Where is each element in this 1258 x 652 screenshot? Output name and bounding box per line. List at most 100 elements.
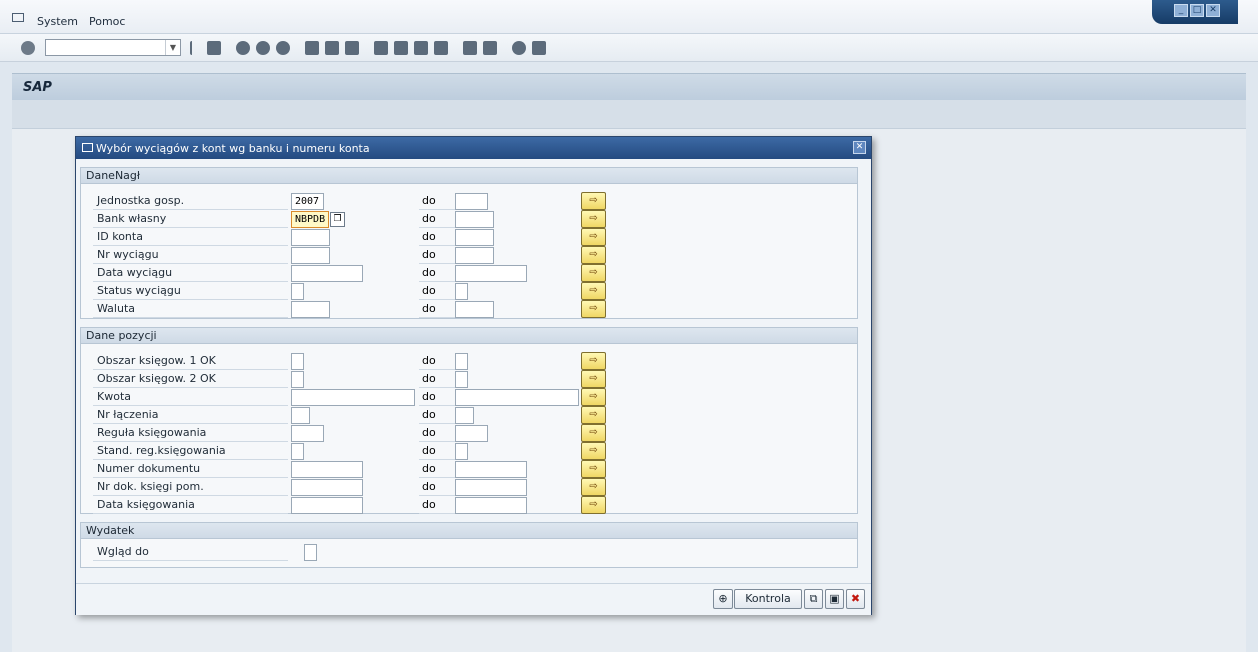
multiple-selection-button[interactable]: ⇨	[581, 370, 606, 388]
posting-date-from-input[interactable]	[291, 497, 363, 514]
cancel-icon[interactable]	[276, 41, 290, 55]
selection-dialog: Wybór wyciągów z kont wg banku i numeru …	[75, 136, 872, 615]
copy-button[interactable]: ⧉	[804, 589, 823, 609]
multiple-selection-button[interactable]: ⇨	[581, 478, 606, 496]
statement-status-to-input[interactable]	[455, 283, 468, 300]
save-icon[interactable]	[207, 41, 221, 55]
footer-divider	[76, 583, 871, 584]
find-icon[interactable]	[325, 41, 339, 55]
dialog-title: Wybór wyciągów z kont wg banku i numeru …	[96, 142, 370, 155]
menu-pomoc[interactable]: Pomoc	[89, 15, 125, 28]
display-to-input[interactable]	[304, 544, 317, 561]
document-number-from-input[interactable]	[291, 461, 363, 478]
new-session-icon[interactable]	[463, 41, 477, 55]
first-page-icon[interactable]	[374, 41, 388, 55]
last-page-icon[interactable]	[434, 41, 448, 55]
document-number-to-input[interactable]	[455, 461, 527, 478]
row-stand-reg: Stand. reg.księgowania do ⇨	[93, 442, 853, 461]
dialog-body: DaneNagł Jednostka gosp. 2007 do ⇨ Bank …	[76, 159, 871, 615]
minimize-icon[interactable]: _	[1174, 4, 1188, 17]
subledger-doc-from-input[interactable]	[291, 479, 363, 496]
layout-menu-icon[interactable]	[532, 41, 546, 55]
multiple-selection-button[interactable]: ⇨	[581, 442, 606, 460]
exit-icon[interactable]	[256, 41, 270, 55]
field-label: Reguła księgowania	[93, 425, 288, 442]
field-label: Bank własny	[93, 211, 288, 228]
search-help-icon[interactable]: ❐	[330, 212, 345, 227]
area-1-to-input[interactable]	[455, 353, 468, 370]
multiple-selection-button[interactable]: ⇨	[581, 300, 606, 318]
row-wglad-do: Wgląd do	[93, 544, 853, 562]
to-label: do	[419, 461, 455, 478]
area-2-to-input[interactable]	[455, 371, 468, 388]
subledger-doc-to-input[interactable]	[455, 479, 527, 496]
field-label: Nr wyciągu	[93, 247, 288, 264]
close-window-icon[interactable]: ✕	[1206, 4, 1220, 17]
row-status-wyciagu: Status wyciągu do ⇨	[93, 282, 853, 301]
multiple-selection-button[interactable]: ⇨	[581, 460, 606, 478]
posting-rule-from-input[interactable]	[291, 425, 324, 442]
multiple-selection-button[interactable]: ⇨	[581, 406, 606, 424]
back-icon[interactable]	[190, 41, 198, 55]
area-2-from-input[interactable]	[291, 371, 304, 388]
account-id-from-input[interactable]	[291, 229, 330, 246]
to-label: do	[419, 265, 455, 282]
multiple-selection-button[interactable]: ⇨	[581, 282, 606, 300]
statement-number-from-input[interactable]	[291, 247, 330, 264]
group-title: Wydatek	[81, 523, 857, 539]
to-label: do	[419, 283, 455, 300]
enter-icon[interactable]	[21, 41, 35, 55]
amount-to-input[interactable]	[455, 389, 579, 406]
link-number-to-input[interactable]	[455, 407, 474, 424]
posting-date-to-input[interactable]	[455, 497, 527, 514]
close-icon[interactable]: ✕	[853, 141, 866, 154]
command-field[interactable]: ▼	[45, 39, 181, 56]
chevron-down-icon[interactable]: ▼	[165, 40, 180, 55]
save-variant-button[interactable]: ▣	[825, 589, 844, 609]
amount-from-input[interactable]	[291, 389, 415, 406]
statement-number-to-input[interactable]	[455, 247, 494, 264]
group-danenagl: DaneNagł Jednostka gosp. 2007 do ⇨ Bank …	[80, 167, 858, 319]
statement-status-from-input[interactable]	[291, 283, 304, 300]
back-nav-icon[interactable]	[236, 41, 250, 55]
help-icon[interactable]	[512, 41, 526, 55]
print-icon[interactable]	[305, 41, 319, 55]
currency-to-input[interactable]	[455, 301, 494, 318]
previous-page-icon[interactable]	[394, 41, 408, 55]
multiple-selection-button[interactable]: ⇨	[581, 496, 606, 514]
field-label: Data księgowania	[93, 497, 288, 514]
multiple-selection-button[interactable]: ⇨	[581, 246, 606, 264]
next-page-icon[interactable]	[414, 41, 428, 55]
statement-date-from-input[interactable]	[291, 265, 363, 282]
multiple-selection-button[interactable]: ⇨	[581, 192, 606, 210]
multiple-selection-button[interactable]: ⇨	[581, 228, 606, 246]
currency-from-input[interactable]	[291, 301, 330, 318]
multiple-selection-button[interactable]: ⇨	[581, 264, 606, 282]
multiple-selection-button[interactable]: ⇨	[581, 352, 606, 370]
multiple-selection-button[interactable]: ⇨	[581, 424, 606, 442]
check-button[interactable]: Kontrola	[734, 589, 802, 609]
company-code-to-input[interactable]	[455, 193, 488, 210]
company-code-from-input[interactable]: 2007	[291, 193, 324, 210]
multiple-selection-button[interactable]: ⇨	[581, 210, 606, 228]
maximize-icon[interactable]: □	[1190, 4, 1204, 17]
execute-button[interactable]: ⊕	[713, 589, 733, 609]
shortcut-icon[interactable]	[483, 41, 497, 55]
std-posting-rule-to-input[interactable]	[455, 443, 468, 460]
cancel-button[interactable]: ✖	[846, 589, 865, 609]
menu-system[interactable]: System	[37, 15, 78, 28]
area-1-from-input[interactable]	[291, 353, 304, 370]
link-number-from-input[interactable]	[291, 407, 310, 424]
to-label: do	[419, 247, 455, 264]
house-bank-to-input[interactable]	[455, 211, 494, 228]
house-bank-from-input[interactable]: NBPDB	[291, 211, 329, 228]
account-id-to-input[interactable]	[455, 229, 494, 246]
std-posting-rule-from-input[interactable]	[291, 443, 304, 460]
statement-date-to-input[interactable]	[455, 265, 527, 282]
posting-rule-to-input[interactable]	[455, 425, 488, 442]
field-label: Jednostka gosp.	[93, 193, 288, 210]
find-next-icon[interactable]	[345, 41, 359, 55]
multiple-selection-button[interactable]: ⇨	[581, 388, 606, 406]
menu-window-icon[interactable]	[12, 13, 24, 22]
to-label: do	[419, 353, 455, 370]
